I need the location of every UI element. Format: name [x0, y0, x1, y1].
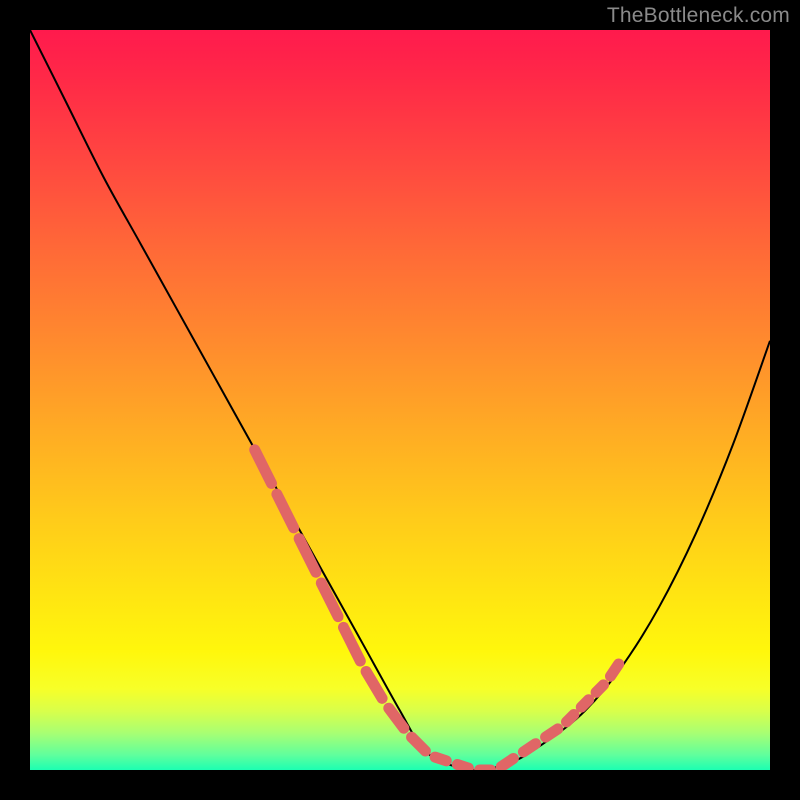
- threshold-marker: [581, 700, 588, 707]
- threshold-marker: [277, 494, 294, 528]
- threshold-marker: [501, 759, 513, 767]
- threshold-marker: [596, 685, 603, 692]
- threshold-marker: [321, 583, 338, 617]
- threshold-marker: [523, 744, 535, 752]
- threshold-marker: [344, 627, 361, 661]
- threshold-marker: [567, 715, 574, 722]
- threshold-marker: [255, 450, 272, 484]
- watermark-text: TheBottleneck.com: [607, 4, 790, 28]
- plot-area: [30, 30, 770, 770]
- bottleneck-curve-line: [30, 30, 770, 770]
- threshold-marker: [389, 708, 404, 728]
- threshold-marker: [457, 765, 468, 769]
- threshold-marker: [546, 729, 558, 737]
- threshold-marker: [611, 664, 619, 676]
- threshold-marker: [412, 737, 426, 751]
- threshold-marker: [435, 757, 446, 761]
- curve-layer: [30, 30, 770, 770]
- threshold-markers-group: [255, 450, 619, 770]
- chart-frame: TheBottleneck.com: [0, 0, 800, 800]
- threshold-marker: [299, 539, 316, 573]
